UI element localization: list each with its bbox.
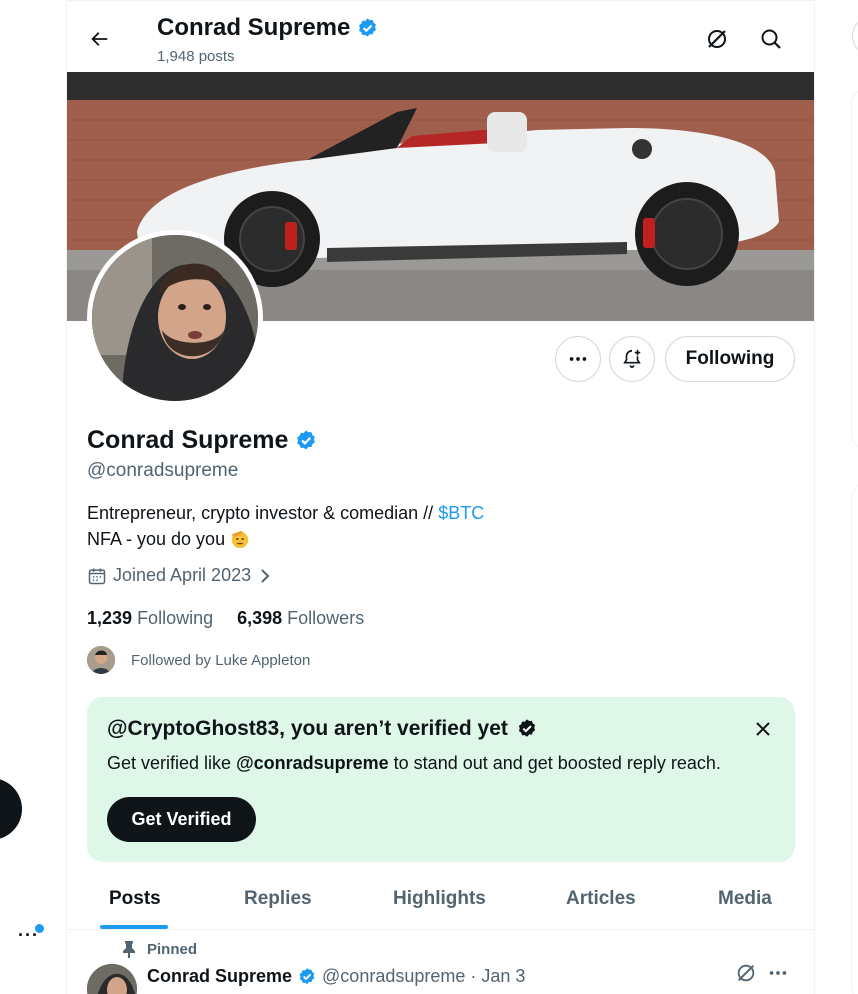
post-author-name[interactable]: Conrad Supreme <box>147 966 292 987</box>
post-header: Conrad Supreme @conradsupreme · Jan 3 <box>147 966 525 987</box>
grok-button[interactable] <box>701 23 733 55</box>
tab-replies[interactable]: Replies <box>244 868 312 930</box>
profile-header: Conrad Supreme 1,948 posts <box>67 0 814 72</box>
verified-badge-icon <box>297 430 316 449</box>
following-button[interactable]: Following <box>665 336 795 382</box>
bio-text-2: NFA - you do you <box>87 529 226 549</box>
verified-badge-black-icon <box>518 719 535 737</box>
verified-badge-icon <box>299 967 315 984</box>
post-meta: @conradsupreme · Jan 3 <box>322 966 526 986</box>
profile-tabs: Posts Replies Highlights Articles Media <box>67 868 814 930</box>
get-verified-button[interactable]: Get Verified <box>107 797 256 842</box>
post-count: 1,948 posts <box>157 48 235 65</box>
bell-plus-icon <box>623 349 641 369</box>
cashtag-link[interactable]: $BTC <box>438 503 484 523</box>
follow-counts: 1,239 Following 6,398 Followers <box>87 608 364 629</box>
chevron-right-icon <box>261 568 270 583</box>
follower-avatar <box>87 646 115 674</box>
verify-description: Get verified like @conradsupreme to stan… <box>107 753 721 773</box>
dismiss-verify-button[interactable] <box>749 715 777 743</box>
arrow-left-icon <box>91 32 108 46</box>
followed-by-row[interactable]: Followed by Luke Appleton <box>87 646 310 674</box>
sidebar-search-edge[interactable] <box>852 16 858 56</box>
header-title: Conrad Supreme <box>157 14 379 42</box>
saluting-face-emoji-icon <box>231 530 249 549</box>
profile-bio: Entrepreneur, crypto investor & comedian… <box>87 500 484 552</box>
search-button[interactable] <box>755 23 787 55</box>
compose-post-button[interactable] <box>0 778 22 840</box>
pin-icon <box>123 941 135 958</box>
calendar-icon <box>88 568 106 584</box>
joined-date[interactable]: Joined April 2023 <box>87 565 273 586</box>
tab-posts[interactable]: Posts <box>109 868 161 930</box>
more-dots-icon[interactable] <box>767 962 789 984</box>
grok-slash-icon[interactable] <box>735 962 757 984</box>
verification-prompt-card: @CryptoGhost83, you aren’t verified yet … <box>87 697 795 862</box>
profile-column: Conrad Supreme 1,948 posts Following Con… <box>66 0 815 994</box>
more-dots-icon <box>569 357 587 361</box>
close-icon <box>756 722 770 736</box>
avatar-photo <box>92 235 258 401</box>
back-button[interactable] <box>81 21 117 57</box>
grok-slash-icon <box>708 30 726 48</box>
more-actions-button[interactable] <box>555 336 601 382</box>
tab-highlights[interactable]: Highlights <box>393 868 486 930</box>
profile-name-row: Conrad Supreme <box>87 426 318 455</box>
tab-media[interactable]: Media <box>718 868 772 930</box>
notification-dot <box>35 924 44 933</box>
bio-text: Entrepreneur, crypto investor & comedian… <box>87 503 439 523</box>
profile-name: Conrad Supreme <box>87 426 289 454</box>
more-menu-button[interactable]: ··· <box>14 924 44 948</box>
active-tab-indicator <box>100 925 168 929</box>
sidebar-card-edge <box>851 88 858 450</box>
search-icon <box>761 29 781 49</box>
tab-articles[interactable]: Articles <box>566 868 636 930</box>
verify-title: @CryptoGhost83, you aren’t verified yet <box>107 717 538 741</box>
following-count-link[interactable]: 1,239 Following <box>87 608 213 629</box>
verified-badge-icon <box>359 17 377 37</box>
sidebar-card-edge-2 <box>851 482 858 994</box>
profile-avatar[interactable] <box>87 230 263 406</box>
header-name: Conrad Supreme <box>157 14 351 41</box>
joined-text: Joined April 2023 <box>113 565 252 585</box>
post-actions <box>735 962 789 984</box>
followed-by-text: Followed by Luke Appleton <box>131 651 311 669</box>
notify-button[interactable] <box>609 336 655 382</box>
profile-handle: @conradsupreme <box>87 460 239 481</box>
followers-count-link[interactable]: 6,398 Followers <box>237 608 364 629</box>
pinned-label-row: Pinned <box>121 940 197 958</box>
post-author-avatar[interactable] <box>87 964 137 994</box>
